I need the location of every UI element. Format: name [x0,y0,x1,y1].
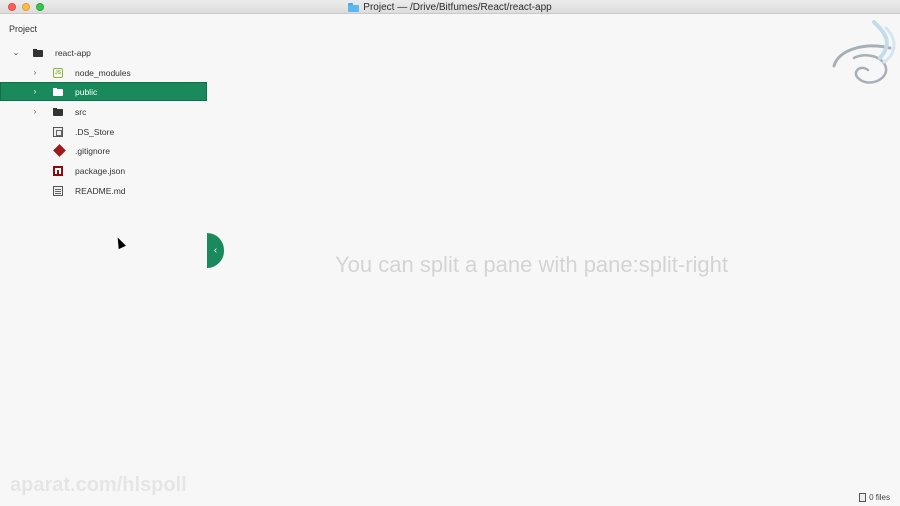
status-bar: 0 files [0,490,900,506]
window-title-wrap: Project — /Drive/Bitfumes/React/react-ap… [0,0,900,14]
tree-view-panel: Project ⌄ react-app › JS node_modules › … [0,15,207,506]
tree-item-readme[interactable]: README.md [0,181,207,200]
file-count-status[interactable]: 0 files [859,493,890,502]
tree-item-public[interactable]: › public [0,82,207,101]
tree-item-package-json[interactable]: package.json [0,161,207,180]
chevron-right-icon[interactable]: › [30,107,40,116]
watermark-logo-icon [832,20,896,84]
chevron-right-icon[interactable]: › [30,68,40,77]
binary-file-icon [53,126,63,137]
folder-icon [348,2,360,12]
folder-icon [53,87,63,97]
tree-item-label: src [75,106,87,117]
folder-icon [53,107,63,117]
nodejs-folder-icon: JS [53,67,63,78]
folder-icon [33,48,43,58]
chevron-left-icon: ‹ [213,245,218,256]
tree-item-label: .DS_Store [75,126,115,137]
file-count-label: 0 files [869,493,890,502]
tree-item-ds-store[interactable]: .DS_Store [0,122,207,141]
npm-icon [53,165,63,176]
tree-item-src[interactable]: › src [0,102,207,121]
tree-root-react-app[interactable]: ⌄ react-app [0,43,207,62]
tree-item-label: node_modules [75,67,131,78]
tree-item-label: react-app [55,47,91,58]
panel-title: Project [9,24,38,34]
tree-item-label: .gitignore [75,145,110,156]
tree-item-gitignore[interactable]: .gitignore [0,141,207,160]
tree-item-label: README.md [75,185,126,196]
file-icon [859,493,867,502]
toggle-tree-view-button[interactable]: ‹ [207,233,224,268]
window-title: Project — /Drive/Bitfumes/React/react-ap… [363,1,552,13]
chevron-right-icon[interactable]: › [30,87,40,96]
tree-item-label: public [75,86,98,97]
empty-pane-hint: You can split a pane with pane:split-rig… [335,252,728,277]
title-bar: Project — /Drive/Bitfumes/React/react-ap… [0,0,900,14]
git-icon [53,144,66,157]
markdown-icon [53,185,63,196]
tree-item-node-modules[interactable]: › JS node_modules [0,63,207,82]
tree-item-label: package.json [75,165,126,176]
chevron-down-icon[interactable]: ⌄ [11,48,21,57]
